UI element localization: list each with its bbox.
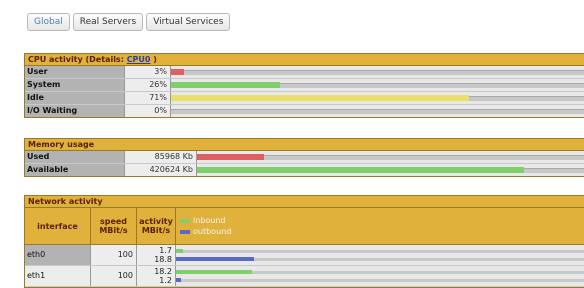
cpu-title-suffix: ) — [150, 55, 157, 64]
cpu-bar — [171, 92, 584, 104]
interface-activity-bars — [176, 245, 584, 265]
network-activity-title: Network activity — [25, 196, 584, 208]
cpu-bar-track — [171, 70, 584, 75]
outbound-bar-fill — [176, 278, 181, 282]
memory-bar-fill — [197, 167, 525, 173]
outbound-value: 1.2 — [159, 276, 172, 285]
interface-activity: 18.2 1.2 — [137, 266, 176, 286]
cpu-value: 71% — [125, 92, 171, 104]
activity-column-header: activity MBit/s — [137, 208, 176, 244]
cpu-label: Idle — [25, 92, 125, 104]
cpu-label: System — [25, 79, 125, 91]
interface-name: eth1 — [25, 266, 91, 286]
inbound-value: 1.7 — [159, 246, 172, 255]
cpu-bar — [171, 79, 584, 91]
interface-name: eth0 — [25, 245, 91, 265]
tab-virtual-services[interactable]: Virtual Services — [146, 13, 231, 31]
cpu-activity-panel: CPU activity (Details: CPU0 ) User 3% Syst… — [24, 53, 584, 118]
memory-bar — [197, 164, 584, 176]
network-row-eth0: eth0 100 1.7 18.8 — [25, 245, 584, 266]
memory-bar — [197, 151, 584, 163]
speed-column-header: speed MBit/s — [91, 208, 137, 244]
memory-label: Used — [25, 151, 125, 163]
tab-real-servers[interactable]: Real Servers — [72, 13, 144, 31]
cpu-value: 3% — [125, 66, 171, 78]
legend-inbound-label: inbound — [193, 216, 226, 225]
network-table-header: interface speed MBit/s activity MBit/s i… — [25, 208, 584, 245]
interface-activity-bars — [176, 266, 584, 286]
cpu-label: User — [25, 66, 125, 78]
memory-row-used: Used 85968 Kb — [25, 151, 584, 164]
memory-value: 420624 Kb — [125, 164, 197, 176]
cpu-bar — [171, 66, 584, 78]
cpu-row-system: System 26% — [25, 79, 584, 92]
outbound-bar-fill — [176, 257, 255, 261]
cpu-row-i-o-waiting: I/O Waiting 0% — [25, 105, 584, 117]
inbound-bar-fill — [176, 270, 252, 274]
cpu-bar — [171, 105, 584, 117]
outbound-value: 18.8 — [154, 255, 172, 264]
memory-usage-title: Memory usage — [25, 139, 584, 151]
cpu-row-user: User 3% — [25, 66, 584, 79]
cpu0-details-link[interactable]: CPU0 — [127, 55, 151, 64]
network-activity-panel: Network activity interface speed MBit/s … — [24, 195, 584, 288]
inbound-bar-fill — [176, 249, 184, 253]
tab-global[interactable]: Global — [27, 13, 70, 31]
interface-speed: 100 — [91, 266, 137, 286]
legend-inbound: inbound — [180, 216, 231, 225]
cpu-row-idle: Idle 71% — [25, 92, 584, 105]
memory-value: 85968 Kb — [125, 151, 197, 163]
memory-bar-fill — [197, 154, 264, 160]
inbound-bar-track — [176, 250, 584, 253]
cpu-bar-fill — [171, 95, 470, 101]
cpu-bar-fill — [171, 82, 281, 88]
cpu-activity-title: CPU activity (Details: CPU0 ) — [25, 54, 584, 66]
outbound-swatch — [180, 229, 190, 234]
inbound-value: 18.2 — [154, 267, 172, 276]
cpu-value: 26% — [125, 79, 171, 91]
legend-outbound-label: outbound — [193, 227, 232, 236]
outbound-bar-track — [176, 279, 584, 282]
interface-speed: 100 — [91, 245, 137, 265]
cpu-bar-track — [171, 109, 584, 114]
network-legend: inbound outbound — [176, 208, 231, 244]
interface-activity: 1.7 18.8 — [137, 245, 176, 265]
inbound-swatch — [180, 218, 190, 223]
interface-column-header: interface — [25, 208, 91, 244]
cpu-value: 0% — [125, 105, 171, 117]
cpu-label: I/O Waiting — [25, 105, 125, 117]
tab-bar: Global Real Servers Virtual Services — [27, 13, 231, 31]
cpu-bar-fill — [171, 69, 184, 75]
cpu-title-text: CPU activity (Details: — [28, 55, 127, 64]
memory-usage-panel: Memory usage Used 85968 Kb Available 420624… — [24, 138, 584, 177]
legend-outbound: outbound — [180, 227, 231, 236]
memory-label: Available — [25, 164, 125, 176]
memory-row-available: Available 420624 Kb — [25, 164, 584, 176]
